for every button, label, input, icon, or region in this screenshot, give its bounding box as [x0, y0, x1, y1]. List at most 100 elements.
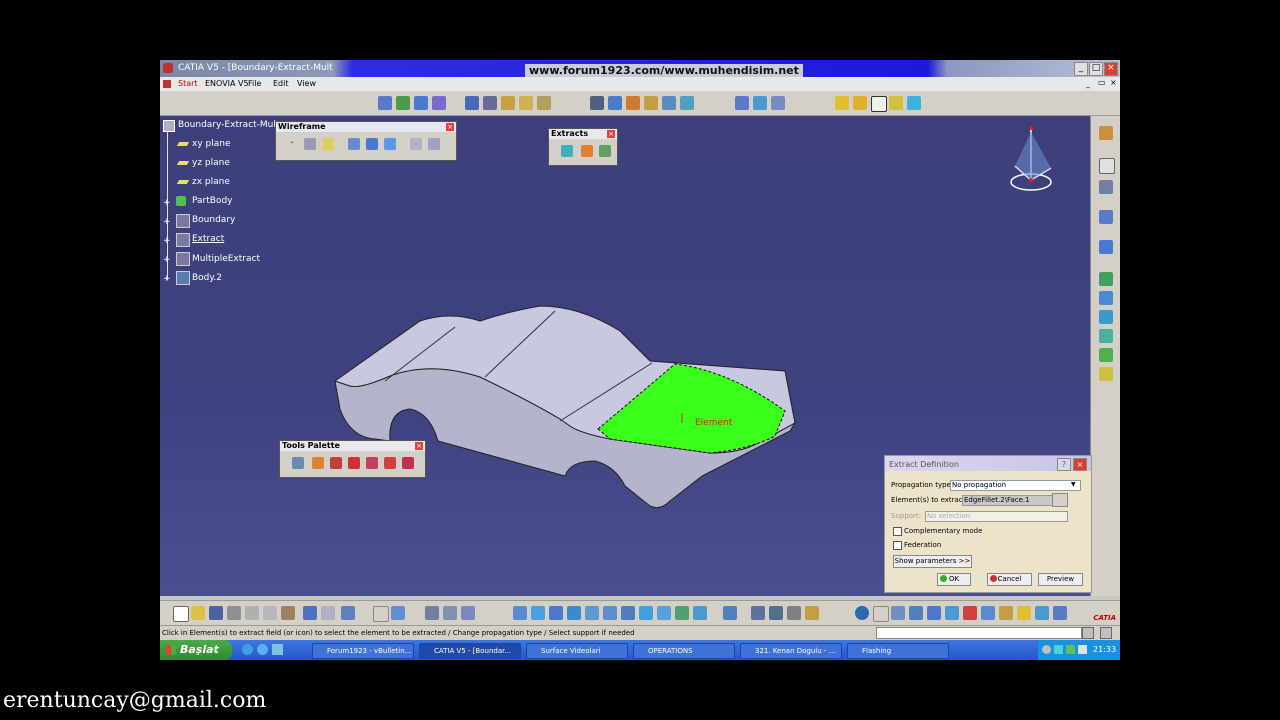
- formula-icon[interactable]: [373, 606, 389, 622]
- quicklaunch-icon[interactable]: [257, 644, 268, 655]
- doc-minimize-button[interactable]: _: [1086, 79, 1090, 88]
- shading-icon[interactable]: [675, 606, 689, 620]
- workbench-icon[interactable]: [1099, 126, 1113, 140]
- transform-icon[interactable]: [771, 96, 785, 110]
- tree-item-zx-plane[interactable]: zx plane: [192, 177, 230, 187]
- offset-icon[interactable]: [384, 138, 396, 150]
- palette-tool-icon[interactable]: [348, 457, 360, 469]
- new-icon[interactable]: [173, 606, 189, 622]
- tool-icon[interactable]: [1017, 606, 1031, 620]
- expand-icon[interactable]: +: [163, 217, 171, 227]
- edit-list-icon[interactable]: [1052, 493, 1068, 507]
- palette-tool-icon[interactable]: [330, 457, 342, 469]
- surface-icon[interactable]: [1099, 272, 1113, 286]
- complementary-checkbox[interactable]: [893, 527, 902, 536]
- close-icon[interactable]: ×: [415, 442, 423, 450]
- select-icon[interactable]: [853, 96, 867, 110]
- tool-icon[interactable]: [981, 606, 995, 620]
- close-icon[interactable]: ×: [446, 123, 454, 131]
- palette-tool-icon[interactable]: [292, 457, 304, 469]
- tool-icon[interactable]: [945, 606, 959, 620]
- shading-icon[interactable]: [693, 606, 707, 620]
- quicklaunch-icon[interactable]: [242, 644, 253, 655]
- doc-restore-button[interactable]: ▭: [1098, 78, 1106, 87]
- tree-item-extract[interactable]: Extract: [192, 234, 224, 244]
- tool-icon[interactable]: [769, 606, 783, 620]
- tool-icon[interactable]: [787, 606, 801, 620]
- close-button[interactable]: ×: [1104, 62, 1118, 76]
- tray-icon[interactable]: [1054, 645, 1063, 654]
- taskbar-item-catia[interactable]: CATIA V5 - [Boundar...: [419, 643, 521, 659]
- tool-icon[interactable]: [805, 606, 819, 620]
- menu-file[interactable]: File: [248, 79, 261, 88]
- palette-tool-icon[interactable]: [402, 457, 414, 469]
- cut-icon[interactable]: [245, 606, 259, 620]
- measure-icon[interactable]: [519, 96, 533, 110]
- sketch-icon[interactable]: [1099, 210, 1113, 224]
- copy-icon[interactable]: [263, 606, 277, 620]
- federation-checkbox[interactable]: [893, 541, 902, 550]
- select-icon[interactable]: [871, 96, 887, 112]
- point-icon[interactable]: ·: [286, 138, 298, 150]
- spline-icon[interactable]: [428, 138, 440, 150]
- taskbar-item-surface-videolari[interactable]: Surface Videolari: [526, 643, 628, 659]
- palette-tool-icon[interactable]: [366, 457, 378, 469]
- transform-icon[interactable]: [753, 96, 767, 110]
- tool-icon[interactable]: [963, 606, 977, 620]
- grid-icon[interactable]: [891, 606, 905, 620]
- menu-view[interactable]: View: [297, 79, 316, 88]
- comment-icon[interactable]: [391, 606, 405, 620]
- curve-icon[interactable]: [1099, 240, 1113, 254]
- menu-enovia[interactable]: ENOVIA V5: [205, 79, 249, 88]
- measure-icon[interactable]: [501, 96, 515, 110]
- table-icon[interactable]: [425, 606, 439, 620]
- tool-icon[interactable]: [1053, 606, 1067, 620]
- open-icon[interactable]: [191, 606, 205, 620]
- tool-icon[interactable]: [927, 606, 941, 620]
- redo-icon[interactable]: [321, 606, 335, 620]
- expand-icon[interactable]: +: [163, 274, 171, 284]
- tool-icon[interactable]: [751, 606, 765, 620]
- transform-icon[interactable]: [735, 96, 749, 110]
- compass-icon[interactable]: [1005, 122, 1065, 192]
- maximize-button[interactable]: □: [1089, 62, 1103, 76]
- surface-icon[interactable]: [1099, 367, 1113, 381]
- tool-icon[interactable]: [443, 606, 457, 620]
- tool-icon[interactable]: [855, 606, 869, 620]
- axis-icon[interactable]: [873, 606, 889, 622]
- surface-icon[interactable]: [1099, 310, 1113, 324]
- intersection-icon[interactable]: [366, 138, 378, 150]
- menu-edit[interactable]: Edit: [273, 79, 289, 88]
- show-parameters-button[interactable]: Show parameters >>: [893, 555, 972, 568]
- cancel-command-icon[interactable]: [1100, 627, 1112, 639]
- support-field[interactable]: No selection: [925, 511, 1068, 522]
- taskbar-item-forum[interactable]: Forum1923 - vBulletin...: [312, 643, 414, 659]
- normal-view-icon[interactable]: [621, 606, 635, 620]
- surface-icon[interactable]: [1099, 348, 1113, 362]
- grid-icon[interactable]: [465, 96, 479, 110]
- iso-view-icon[interactable]: [657, 606, 671, 620]
- help-button[interactable]: ?: [1057, 458, 1071, 471]
- operation-icon[interactable]: [608, 96, 622, 110]
- view-icon[interactable]: [513, 606, 527, 620]
- expand-icon[interactable]: +: [163, 198, 171, 208]
- sketch-tool-icon[interactable]: [414, 96, 428, 110]
- select-icon[interactable]: [907, 96, 921, 110]
- command-icon[interactable]: [1082, 627, 1094, 639]
- paste-icon[interactable]: [281, 606, 295, 620]
- rotate-icon[interactable]: [567, 606, 581, 620]
- select-icon[interactable]: [889, 96, 903, 110]
- quicklaunch-icon[interactable]: [272, 644, 283, 655]
- operation-icon[interactable]: [626, 96, 640, 110]
- command-input[interactable]: [876, 627, 1082, 639]
- projection-icon[interactable]: [348, 138, 360, 150]
- sketch-tool-icon[interactable]: [396, 96, 410, 110]
- select-icon[interactable]: [835, 96, 849, 110]
- measure-icon[interactable]: [537, 96, 551, 110]
- palette-tool-icon[interactable]: [312, 457, 324, 469]
- grid-icon[interactable]: [909, 606, 923, 620]
- multi-view-icon[interactable]: [639, 606, 653, 620]
- operation-icon[interactable]: [680, 96, 694, 110]
- elements-to-extract-field[interactable]: EdgeFillet.2\Face.1: [962, 495, 1055, 506]
- save-icon[interactable]: [209, 606, 223, 620]
